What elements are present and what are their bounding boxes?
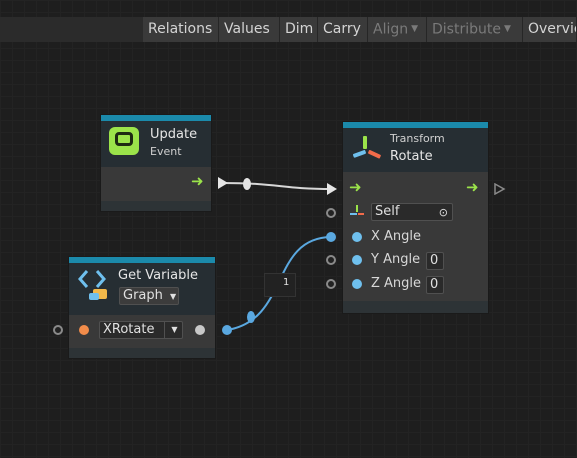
z-angle-value: 0 xyxy=(430,277,439,292)
flow-wire xyxy=(221,182,333,190)
node-title: Update xyxy=(150,127,198,142)
transform-rotate-node[interactable]: Transform Rotate ➜ ➜ Self ⊙ X Angle Y An… xyxy=(342,121,489,314)
chevron-down-icon[interactable]: ▼ xyxy=(164,321,184,339)
y-angle-label: Y Angle xyxy=(371,252,421,267)
node-title: Rotate xyxy=(390,149,433,164)
node-footer xyxy=(69,348,215,358)
chevron-down-icon: ▼ xyxy=(170,292,177,301)
flow-output-arrow-icon[interactable]: ➜ xyxy=(191,174,204,189)
value-wire-start xyxy=(222,325,232,335)
y-angle-port[interactable] xyxy=(352,255,362,265)
value-output-port[interactable] xyxy=(195,325,205,335)
value-wire-knot xyxy=(247,311,255,323)
variable-input-port[interactable] xyxy=(53,325,63,335)
variable-name-value: XRotate xyxy=(103,322,155,337)
flow-input-arrow-icon[interactable]: ➜ xyxy=(349,180,362,195)
y-angle-input-port[interactable] xyxy=(326,255,336,265)
z-angle-field[interactable]: 0 xyxy=(426,276,444,294)
update-event-icon xyxy=(109,127,139,155)
transform-icon xyxy=(351,134,383,164)
flow-wire-end-arrow xyxy=(327,183,337,195)
y-angle-field[interactable]: 0 xyxy=(426,252,444,270)
get-variable-icon xyxy=(77,267,111,301)
flow-wire-knot xyxy=(243,178,251,190)
value-wire-end xyxy=(326,232,336,242)
x-angle-port[interactable] xyxy=(352,232,362,242)
scope-value: Graph xyxy=(123,288,163,303)
z-angle-input-port[interactable] xyxy=(326,279,336,289)
update-event-node[interactable]: Update Event ➜ xyxy=(100,114,212,212)
node-footer xyxy=(101,201,211,211)
target-field[interactable]: Self ⊙ xyxy=(371,203,453,221)
node-footer xyxy=(343,301,488,313)
connection-wires xyxy=(218,177,337,335)
get-variable-node[interactable]: Get Variable Graph ▼ XRotate ▼ xyxy=(68,256,216,359)
connection-label-box xyxy=(264,273,296,297)
z-angle-port[interactable] xyxy=(352,279,362,289)
node-title: Get Variable xyxy=(118,268,198,283)
string-input-port[interactable] xyxy=(79,325,89,335)
z-angle-label: Z Angle xyxy=(371,276,422,291)
flow-output-arrow-icon[interactable]: ➜ xyxy=(466,180,479,195)
target-picker-icon[interactable]: ⊙ xyxy=(439,205,448,221)
flow-wire-start-arrow xyxy=(218,177,228,189)
scope-dropdown[interactable]: Graph ▼ xyxy=(119,287,179,305)
target-value: Self xyxy=(375,204,400,219)
transform-target-icon xyxy=(350,205,364,219)
target-input-port[interactable] xyxy=(326,208,336,218)
node-subtitle: Event xyxy=(150,145,182,158)
node-subtitle: Transform xyxy=(390,132,445,145)
connection-label: 1 xyxy=(283,277,290,288)
y-angle-value: 0 xyxy=(430,253,439,268)
x-angle-label: X Angle xyxy=(371,229,422,244)
flow-output-port-icon[interactable] xyxy=(494,183,506,195)
